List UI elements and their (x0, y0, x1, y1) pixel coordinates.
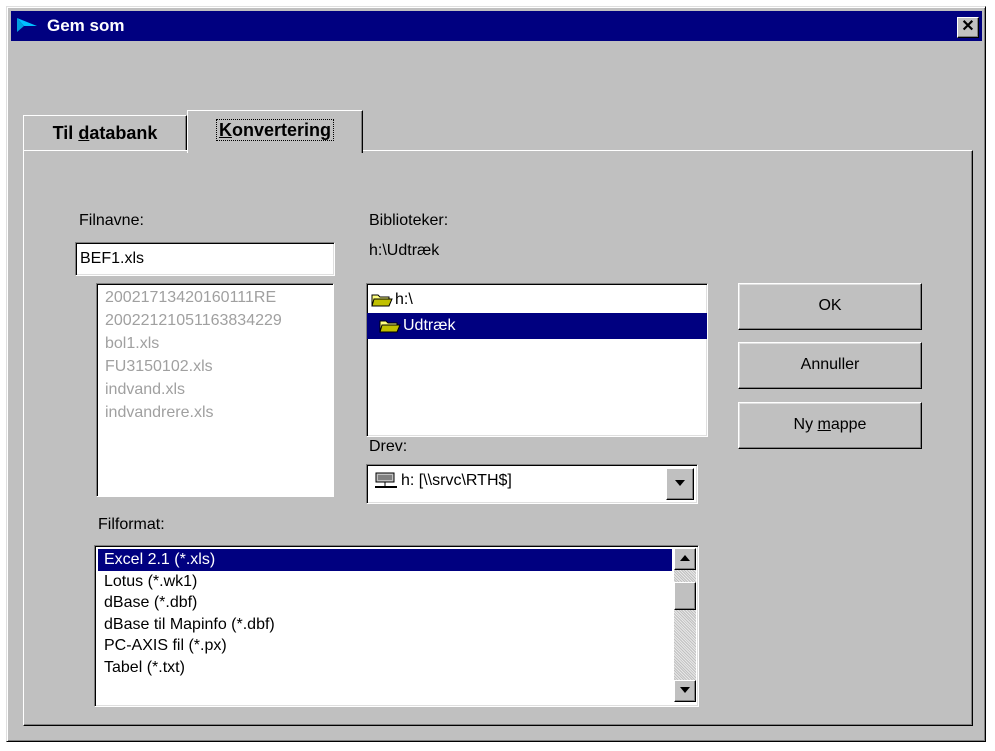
scroll-down-button[interactable] (674, 680, 696, 702)
ok-button[interactable]: OK (738, 283, 922, 330)
list-item: 20022121051163834229 (105, 312, 282, 329)
format-label: Filformat: (98, 516, 165, 533)
list-item[interactable]: Excel 2.1 (*.xls) (98, 549, 672, 571)
drive-value: h: [\\srvc\RTH$] (401, 472, 512, 489)
list-item[interactable]: Tabel (*.txt) (98, 657, 672, 679)
tab-focus-rect: Konvertering (215, 119, 335, 141)
list-item: FU3150102.xls (105, 358, 213, 375)
drive-label: Drev: (369, 438, 408, 455)
format-list[interactable]: Excel 2.1 (*.xls) Lotus (*.wk1) dBase (*… (94, 545, 699, 707)
vertical-scrollbar[interactable] (674, 548, 696, 702)
list-item: indvand.xls (105, 381, 186, 398)
directory-item-udtraek[interactable]: Udtræk (367, 313, 707, 339)
scroll-thumb[interactable] (674, 582, 696, 610)
list-item[interactable]: Lotus (*.wk1) (98, 571, 672, 593)
list-item: bol1.xls (105, 335, 160, 352)
window-title: Gem som (47, 16, 125, 35)
list-item: 20021713420160111RE (105, 289, 277, 306)
list-item: indvandrere.xls (105, 404, 214, 421)
title-bar[interactable]: Gem som ✕ (11, 11, 982, 41)
current-path: h:\Udtræk (369, 242, 440, 259)
arrow-down-icon (680, 687, 690, 693)
filename-label: Filnavne: (79, 212, 144, 229)
app-icon (17, 18, 37, 32)
list-item[interactable]: dBase til Mapinfo (*.dbf) (98, 614, 672, 636)
new-folder-button[interactable]: Ny mappe (738, 402, 922, 449)
close-button[interactable]: ✕ (957, 17, 979, 38)
list-item[interactable]: PC-AXIS fil (*.px) (98, 635, 672, 657)
open-folder-icon (371, 294, 393, 306)
open-folder-icon (379, 320, 401, 332)
dropdown-button[interactable] (666, 468, 694, 500)
directories-label: Biblioteker: (369, 212, 449, 229)
tab-til-databank[interactable]: Til databank (23, 115, 187, 150)
list-item[interactable]: dBase (*.dbf) (98, 592, 672, 614)
filename-input[interactable] (75, 242, 335, 276)
cancel-button[interactable]: Annuller (738, 342, 922, 389)
directory-list[interactable]: h:\ Udtræk (366, 283, 708, 437)
drive-select[interactable]: h: [\\srvc\RTH$] (366, 464, 698, 504)
chevron-down-icon (675, 480, 685, 486)
tab-konvertering[interactable]: Konvertering (187, 110, 363, 153)
network-drive-icon (375, 472, 397, 488)
arrow-up-icon (680, 555, 690, 561)
file-list[interactable]: 20021713420160111RE 20022121051163834229… (96, 283, 334, 497)
directory-item-root[interactable]: h:\ (367, 287, 707, 313)
scroll-up-button[interactable] (674, 548, 696, 570)
